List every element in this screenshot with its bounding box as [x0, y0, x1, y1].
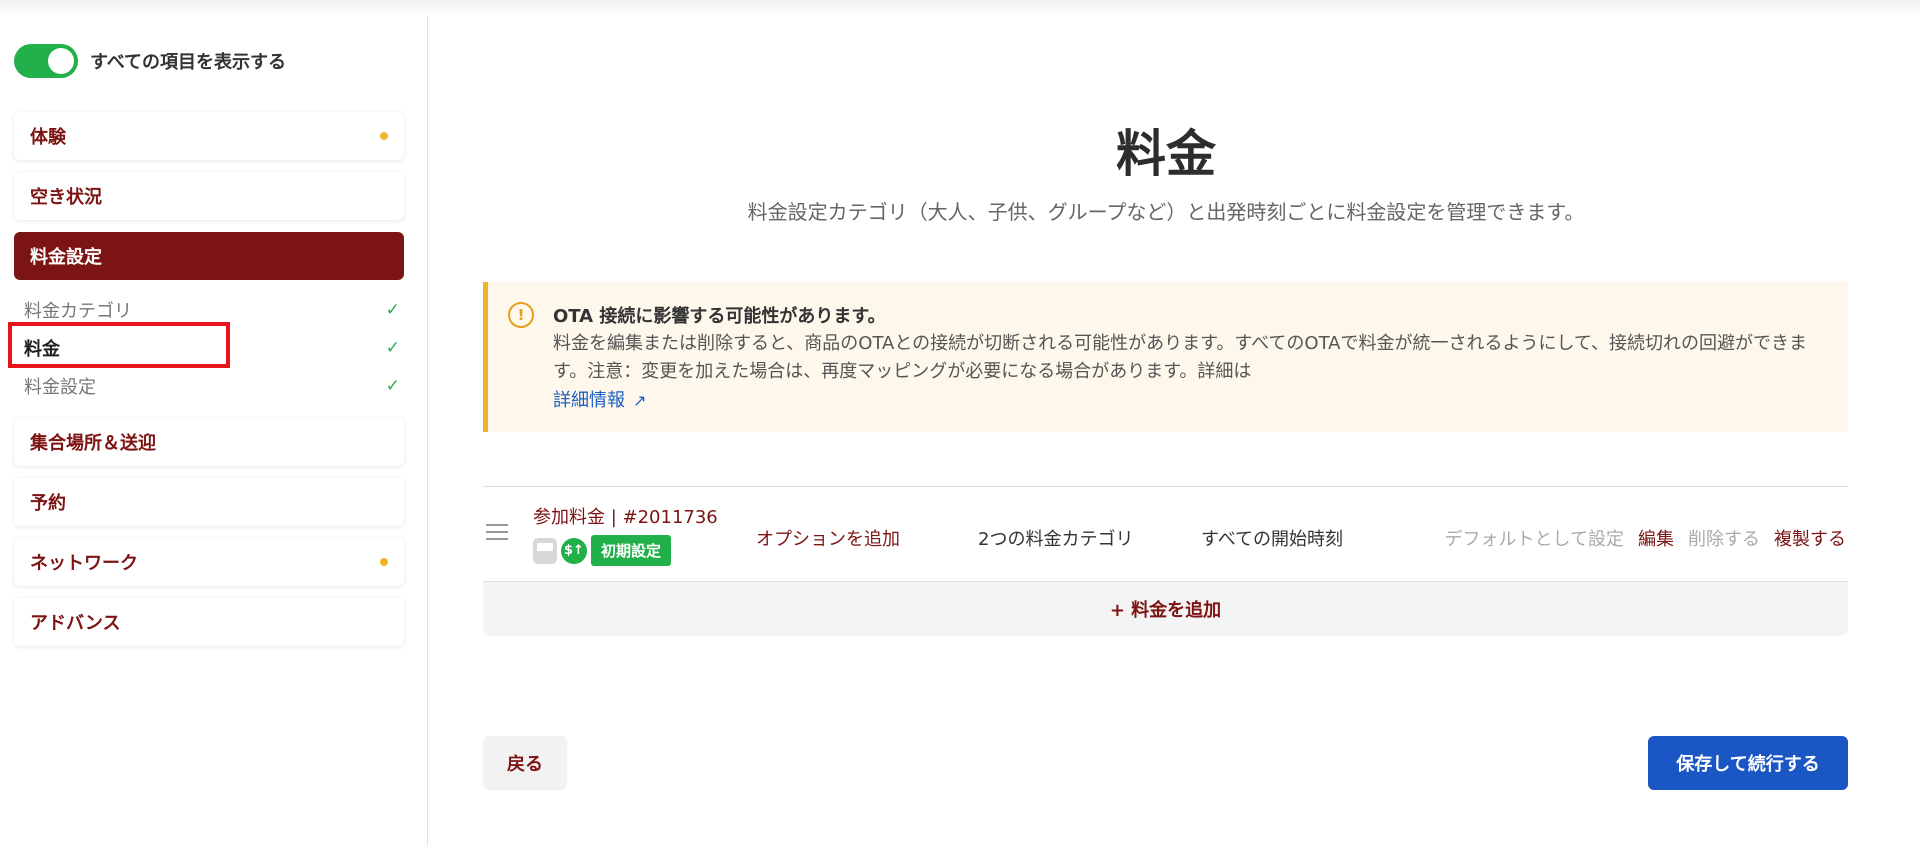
- price-name: 参加料金 | #2011736: [533, 507, 718, 528]
- add-option-link[interactable]: オプションを追加: [756, 525, 900, 551]
- show-all-toggle[interactable]: [14, 44, 78, 78]
- back-button[interactable]: 戻る: [483, 736, 567, 790]
- start-times: すべての開始時刻: [1201, 529, 1344, 550]
- sub-item-label: 料金カテゴリ: [24, 301, 132, 322]
- sidebar-item-label: 予約: [30, 493, 66, 514]
- price-categories-count: 2つの料金カテゴリ: [978, 529, 1134, 550]
- ota-warning-alert: ! OTA 接続に影響する可能性があります。 料金を編集または削除すると、商品の…: [483, 282, 1848, 432]
- incomplete-dot-icon: [380, 132, 388, 140]
- sidebar-item-network[interactable]: ネットワーク: [14, 538, 404, 586]
- sidebar-item-label: 料金設定: [30, 247, 102, 268]
- save-continue-button[interactable]: 保存して続行する: [1648, 736, 1848, 790]
- alert-body: 料金を編集または削除すると、商品のOTAとの接続が切断される可能性があります。す…: [553, 333, 1808, 382]
- external-link-icon: ↗: [633, 391, 647, 410]
- show-all-toggle-label: すべての項目を表示する: [90, 52, 287, 73]
- set-default-button[interactable]: デフォルトとして設定: [1445, 525, 1624, 551]
- alert-title: OTA 接続に影響する可能性があります。: [553, 306, 886, 327]
- details-link[interactable]: 詳細情報 ↗: [553, 386, 646, 412]
- sidebar-item-availability[interactable]: 空き状況: [14, 172, 404, 220]
- sidebar-item-label: ネットワーク: [30, 553, 138, 574]
- warning-icon: !: [508, 302, 534, 328]
- page-subtitle: 料金設定カテゴリ（大人、子供、グループなど）と出発時刻ごとに料金設定を管理できま…: [747, 200, 1585, 224]
- details-link-label: 詳細情報: [553, 390, 625, 411]
- show-all-toggle-row: すべての項目を表示する: [14, 44, 286, 78]
- default-badge: 初期設定: [591, 535, 672, 566]
- sidebar-item-advanced[interactable]: アドバンス: [14, 598, 404, 646]
- sidebar-item-label: 空き状況: [30, 187, 102, 208]
- sidebar-item-label: 集合場所＆送迎: [30, 433, 156, 454]
- check-icon: ✓: [385, 300, 400, 320]
- toggle-knob: [48, 48, 74, 74]
- top-bar: [0, 0, 1920, 16]
- edit-button[interactable]: 編集: [1638, 525, 1674, 551]
- incomplete-dot-icon: [380, 558, 388, 566]
- page-title: 料金: [1116, 125, 1216, 183]
- sidebar-item-label: アドバンス: [30, 613, 121, 634]
- drag-handle-icon[interactable]: [483, 519, 511, 545]
- sidebar-item-pricing-settings[interactable]: 料金設定: [14, 232, 404, 280]
- sub-item-price-settings[interactable]: 料金設定 ✓: [24, 371, 400, 401]
- bus-icon: [533, 537, 557, 564]
- sub-item-price-category[interactable]: 料金カテゴリ ✓: [24, 295, 400, 325]
- money-icon: $↑: [561, 537, 587, 564]
- row-actions: デフォルトとして設定 編集 削除する 複製する: [1445, 525, 1846, 551]
- add-price-button[interactable]: + 料金を追加: [483, 582, 1848, 636]
- check-icon: ✓: [385, 338, 400, 358]
- duplicate-button[interactable]: 複製する: [1774, 525, 1846, 551]
- sidebar: すべての項目を表示する 体験 空き状況 料金設定 料金カテゴリ ✓ 料金 ✓ 料…: [0, 16, 428, 846]
- row-icons: $↑ 初期設定: [533, 535, 672, 566]
- check-icon: ✓: [385, 376, 400, 396]
- sidebar-item-label: 体験: [30, 127, 66, 148]
- sidebar-item-meeting-pickup[interactable]: 集合場所＆送迎: [14, 418, 404, 466]
- highlight-box: [8, 322, 230, 368]
- sidebar-item-experience[interactable]: 体験: [14, 112, 404, 160]
- pricing-row: 参加料金 | #2011736 $↑ 初期設定 オプションを追加 2つの料金カテ…: [483, 486, 1848, 582]
- sidebar-item-booking[interactable]: 予約: [14, 478, 404, 526]
- sub-item-label: 料金設定: [24, 377, 96, 398]
- delete-button[interactable]: 削除する: [1688, 525, 1760, 551]
